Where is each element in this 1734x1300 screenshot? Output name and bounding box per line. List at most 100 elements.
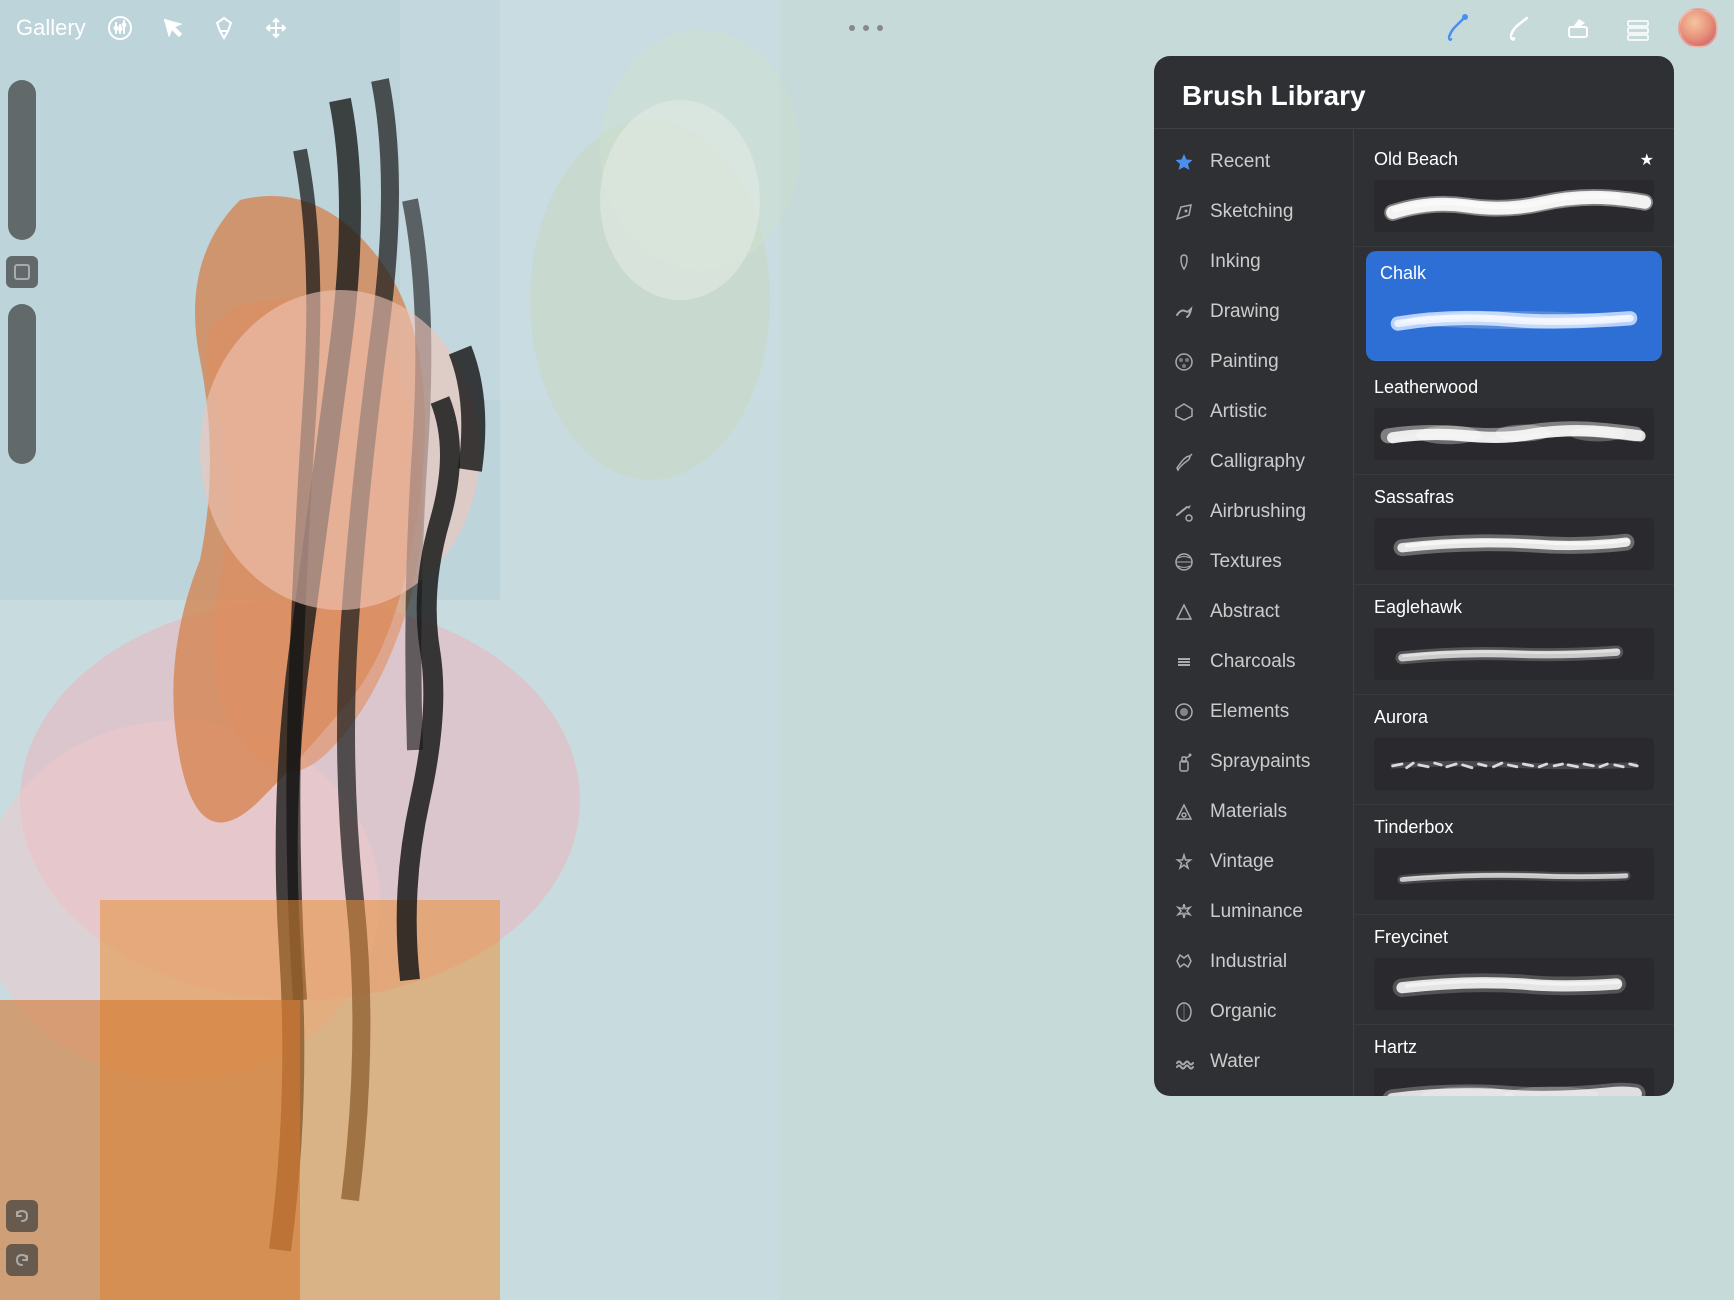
category-icon-materials [1172,800,1196,824]
brush-item-header-old-beach: Old Beach ★ [1374,149,1654,170]
category-item-elements[interactable]: Elements [1154,687,1353,737]
dot-1 [849,25,855,31]
toolbar-center[interactable] [849,25,883,31]
category-icon-drawing [1172,300,1196,324]
category-item-recent[interactable]: Recent [1154,137,1353,187]
brush-fav-old-beach[interactable]: ★ [1640,150,1654,170]
category-item-vintage[interactable]: Vintage [1154,837,1353,887]
brush-item-chalk[interactable]: Chalk [1366,251,1662,361]
brush-name-chalk: Chalk [1380,263,1426,284]
category-item-airbrushing[interactable]: Airbrushing [1154,487,1353,537]
eraser-tool-icon[interactable] [1558,8,1598,48]
category-icon-textures [1172,550,1196,574]
category-label-spraypaints: Spraypaints [1210,751,1310,773]
layers-icon[interactable] [1618,8,1658,48]
category-label-drawing: Drawing [1210,301,1280,323]
brush-item-header-hartz: Hartz [1374,1037,1654,1058]
category-item-charcoals[interactable]: Charcoals [1154,637,1353,687]
brush-item-header-eaglehawk: Eaglehawk [1374,597,1654,618]
category-icon-spraypaints [1172,750,1196,774]
category-label-calligraphy: Calligraphy [1210,451,1305,473]
brush-preview-leatherwood [1374,406,1654,462]
brush-name-hartz: Hartz [1374,1037,1417,1058]
brush-item-header-aurora: Aurora [1374,707,1654,728]
square-btn[interactable] [6,256,38,288]
brush-panel-body: Recent Sketching Inking Drawing Painting… [1154,129,1674,1096]
smudge-tool-icon[interactable] [1498,8,1538,48]
category-item-organic[interactable]: Organic [1154,987,1353,1037]
category-icon-calligraphy [1172,450,1196,474]
brush-item-tinderbox[interactable]: Tinderbox [1354,805,1674,915]
brush-item-header-sassafras: Sassafras [1374,487,1654,508]
brush-item-header-chalk: Chalk [1380,263,1648,284]
redo-button[interactable] [6,1244,38,1276]
category-label-painting: Painting [1210,351,1279,373]
category-item-abstract[interactable]: Abstract [1154,587,1353,637]
brush-item-header-leatherwood: Leatherwood [1374,377,1654,398]
brush-preview-tinderbox [1374,846,1654,902]
category-item-calligraphy[interactable]: Calligraphy [1154,437,1353,487]
category-icon-vintage [1172,850,1196,874]
selection-icon[interactable] [206,10,242,46]
brush-name-aurora: Aurora [1374,707,1428,728]
category-item-sketching[interactable]: Sketching [1154,187,1353,237]
brush-preview-chalk [1380,292,1648,348]
category-item-drawing[interactable]: Drawing [1154,287,1353,337]
brush-item-freycinet[interactable]: Freycinet [1354,915,1674,1025]
cursor-icon[interactable] [154,10,190,46]
category-icon-abstract [1172,600,1196,624]
brush-panel: Brush Library Recent Sketching Inking Dr… [1154,56,1674,1096]
category-label-water: Water [1210,1051,1260,1073]
dot-3 [877,25,883,31]
category-icon-charcoals [1172,650,1196,674]
brush-item-aurora[interactable]: Aurora [1354,695,1674,805]
dot-2 [863,25,869,31]
brush-item-eaglehawk[interactable]: Eaglehawk [1354,585,1674,695]
category-label-organic: Organic [1210,1001,1277,1023]
brush-name-leatherwood: Leatherwood [1374,377,1478,398]
brush-preview-old-beach [1374,178,1654,234]
brush-item-sassafras[interactable]: Sassafras [1354,475,1674,585]
brush-panel-header: Brush Library [1154,56,1674,129]
brush-preview-aurora [1374,736,1654,792]
category-icon-industrial [1172,950,1196,974]
category-icon-painting [1172,350,1196,374]
brush-item-hartz[interactable]: Hartz [1354,1025,1674,1096]
category-item-inking[interactable]: Inking [1154,237,1353,287]
category-item-water[interactable]: Water [1154,1037,1353,1087]
category-item-textures[interactable]: Textures [1154,537,1353,587]
toolbar-left: Gallery [16,10,294,46]
brush-item-leatherwood[interactable]: Leatherwood [1354,365,1674,475]
category-icon-recent [1172,150,1196,174]
gallery-button[interactable]: Gallery [16,15,86,41]
brush-name-sassafras: Sassafras [1374,487,1454,508]
transform-icon[interactable] [258,10,294,46]
category-icon-water [1172,1050,1196,1074]
left-panel [0,56,44,1300]
color-picker[interactable] [1678,8,1718,48]
brush-item-header-tinderbox: Tinderbox [1374,817,1654,838]
undo-redo-group [6,1196,38,1280]
category-label-inking: Inking [1210,251,1261,273]
category-icon-sketching [1172,200,1196,224]
category-item-painting[interactable]: Painting [1154,337,1353,387]
category-item-materials[interactable]: Materials [1154,787,1353,837]
brush-preview-eaglehawk [1374,626,1654,682]
category-label-textures: Textures [1210,551,1282,573]
brush-tool-icon[interactable] [1438,8,1478,48]
category-label-airbrushing: Airbrushing [1210,501,1306,523]
category-item-luminance[interactable]: Luminance [1154,887,1353,937]
brush-name-tinderbox: Tinderbox [1374,817,1453,838]
opacity-slider[interactable] [8,304,36,464]
adjust-icon[interactable] [102,10,138,46]
category-icon-luminance [1172,900,1196,924]
category-label-recent: Recent [1210,151,1270,173]
category-item-spraypaints[interactable]: Spraypaints [1154,737,1353,787]
category-icon-elements [1172,700,1196,724]
brush-size-slider[interactable] [8,80,36,240]
category-label-elements: Elements [1210,701,1289,723]
category-item-artistic[interactable]: Artistic [1154,387,1353,437]
brush-item-old-beach[interactable]: Old Beach ★ [1354,137,1674,247]
category-item-industrial[interactable]: Industrial [1154,937,1353,987]
undo-button[interactable] [6,1200,38,1232]
